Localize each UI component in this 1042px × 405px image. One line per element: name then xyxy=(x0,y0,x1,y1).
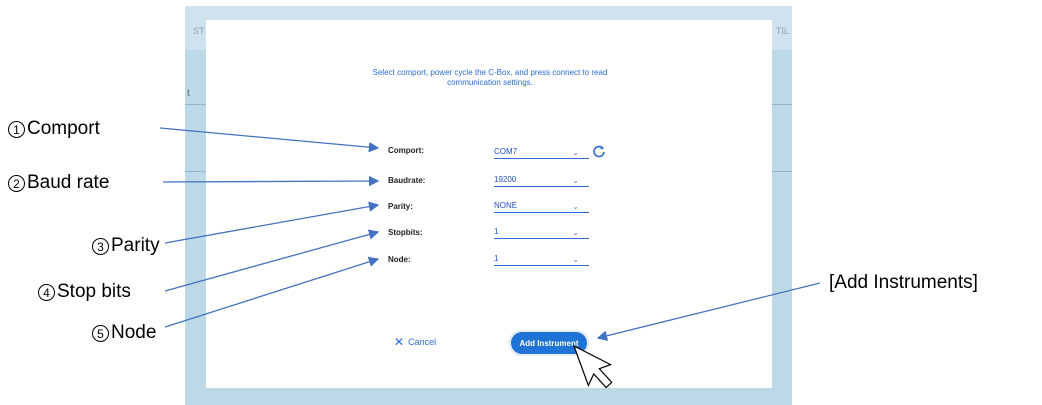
parity-select[interactable]: NONE ⌄ xyxy=(494,198,589,213)
baudrate-select[interactable]: 19200 ⌄ xyxy=(494,172,589,187)
chevron-down-icon: ⌄ xyxy=(572,255,579,264)
cancel-label: Cancel xyxy=(408,337,437,347)
app-divider-left xyxy=(185,104,206,105)
dialog-instructions: Select comport, power cycle the C-Box, a… xyxy=(372,68,608,87)
callout-text: Stop bits xyxy=(57,281,131,302)
baudrate-value: 19200 xyxy=(494,175,517,184)
stopbits-label: Stopbits: xyxy=(388,228,423,237)
callout-number: 5 xyxy=(92,324,109,342)
app-tab-right[interactable]: TIL xyxy=(776,26,789,36)
app-divider-right-2 xyxy=(772,171,792,172)
cancel-button[interactable]: ✕ Cancel xyxy=(394,335,437,349)
callout-stopbits: 4 Stop bits xyxy=(38,281,131,303)
add-instrument-button[interactable]: Add Instrument xyxy=(509,330,589,356)
callout-text: Node xyxy=(111,322,157,343)
parity-value: NONE xyxy=(494,201,518,210)
node-select[interactable]: 1 ⌄ xyxy=(494,251,589,266)
callout-parity: 3 Parity xyxy=(92,235,160,257)
chevron-down-icon: ⌄ xyxy=(572,202,579,211)
callout-text: Parity xyxy=(111,235,160,256)
parity-label: Parity: xyxy=(388,202,413,211)
callout-number: 4 xyxy=(38,283,55,301)
close-icon: ✕ xyxy=(394,335,405,349)
node-value: 1 xyxy=(494,254,499,263)
stopbits-value: 1 xyxy=(494,227,499,236)
callout-node: 5 Node xyxy=(92,322,156,344)
comport-label: Comport: xyxy=(388,146,424,155)
app-divider-right xyxy=(772,104,792,105)
comport-select[interactable]: COM7 ⌄ xyxy=(494,144,589,159)
callout-number: 2 xyxy=(8,174,25,192)
callout-add-instruments: [Add Instruments] xyxy=(829,272,978,293)
callout-baudrate: 2 Baud rate xyxy=(8,172,109,194)
stopbits-select[interactable]: 1 ⌄ xyxy=(494,224,589,239)
comport-value: COM7 xyxy=(494,147,518,156)
chevron-down-icon: ⌄ xyxy=(572,176,579,185)
chevron-down-icon: ⌄ xyxy=(572,228,579,237)
app-side-text: t xyxy=(187,88,190,99)
baudrate-label: Baudrate: xyxy=(388,176,426,185)
node-label: Node: xyxy=(388,255,411,264)
callout-comport: 1 Comport xyxy=(8,118,100,140)
app-divider-left-2 xyxy=(185,171,206,172)
callout-text: Comport xyxy=(27,118,100,139)
refresh-icon[interactable] xyxy=(592,144,606,158)
callout-text: Baud rate xyxy=(27,172,110,193)
callout-number: 3 xyxy=(92,237,109,255)
app-tab-left[interactable]: ST xyxy=(193,26,205,36)
chevron-down-icon: ⌄ xyxy=(572,148,579,157)
callout-number: 1 xyxy=(8,120,25,138)
